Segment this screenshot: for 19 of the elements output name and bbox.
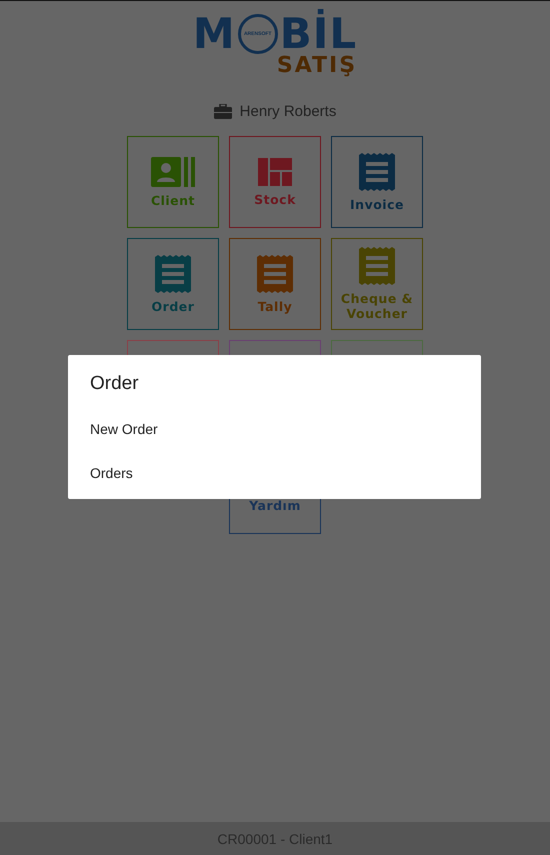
receipt-icon: [257, 254, 293, 292]
receipt-icon: [359, 152, 395, 190]
dialog-title: Order: [90, 373, 140, 395]
dialog-menu-item[interactable]: New Order: [90, 407, 459, 451]
menu-tile[interactable]: Stock: [229, 136, 321, 228]
logo-tagline: SATIŞ: [276, 55, 358, 77]
menu-tile[interactable]: Cheque & Voucher: [331, 238, 423, 330]
logo-text: M: [192, 13, 236, 55]
menu-tile[interactable]: Order: [127, 238, 219, 330]
briefcase-icon: [214, 104, 232, 119]
menu-tile[interactable]: Client: [127, 136, 219, 228]
grid-icon: [258, 158, 292, 186]
menu-tile[interactable]: Tally: [229, 238, 321, 330]
menu-tile[interactable]: Invoice: [331, 136, 423, 228]
contact-card-icon: [151, 156, 195, 186]
dialog-menu-item[interactable]: Orders: [90, 451, 459, 495]
user-name: Henry Roberts: [240, 103, 336, 120]
receipt-icon: [359, 247, 395, 285]
receipt-icon: [155, 254, 191, 292]
